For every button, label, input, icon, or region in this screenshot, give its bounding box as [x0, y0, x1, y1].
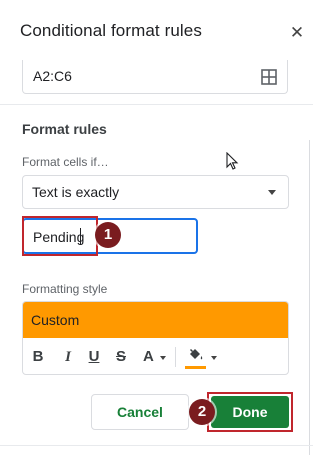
condition-dropdown[interactable]: Text is exactly	[22, 175, 289, 209]
italic-button[interactable]: I	[61, 347, 75, 367]
style-preset-label: Custom	[31, 312, 80, 328]
fill-color-bucket-icon	[189, 348, 203, 360]
chevron-down-icon	[211, 356, 217, 360]
format-cells-if-label: Format cells if…	[22, 155, 109, 169]
condition-value: Text is exactly	[32, 184, 120, 200]
range-input[interactable]: A2:C6	[22, 60, 288, 94]
formatting-style-box: Custom B I U S A	[22, 301, 289, 375]
text-color-button[interactable]: A	[143, 347, 169, 367]
panel-scroll-edge	[309, 140, 310, 455]
close-icon[interactable]: ✕	[286, 22, 308, 44]
step-badge-1: 1	[95, 222, 121, 248]
chevron-down-icon	[160, 356, 166, 360]
format-rules-heading: Format rules	[22, 121, 107, 137]
fill-color-indicator	[185, 366, 206, 369]
cancel-button[interactable]: Cancel	[91, 394, 189, 430]
mouse-pointer-icon	[226, 152, 239, 170]
text-color-label: A	[143, 348, 154, 365]
bold-button[interactable]: B	[31, 347, 45, 367]
select-range-grid-icon[interactable]	[261, 69, 277, 85]
chevron-down-icon	[268, 190, 276, 195]
style-toolbar: B I U S A	[23, 339, 288, 374]
underline-button[interactable]: U	[87, 347, 101, 367]
done-button[interactable]: Done	[211, 396, 289, 428]
fill-color-button[interactable]	[185, 347, 219, 367]
section-divider	[0, 104, 313, 105]
formatting-style-label: Formatting style	[22, 282, 108, 296]
done-highlight-box: Done	[207, 392, 293, 432]
strikethrough-button[interactable]: S	[114, 347, 128, 367]
panel-title: Conditional format rules	[20, 21, 202, 40]
conditional-format-panel: Conditional format rules ✕ A2:C6 Format …	[0, 0, 313, 455]
range-value: A2:C6	[33, 68, 72, 84]
bottom-divider	[0, 445, 313, 446]
value-highlight-box	[22, 216, 98, 256]
style-preset-dropdown[interactable]: Custom	[23, 302, 288, 338]
step-badge-2: 2	[189, 399, 215, 425]
toolbar-separator	[175, 347, 176, 367]
